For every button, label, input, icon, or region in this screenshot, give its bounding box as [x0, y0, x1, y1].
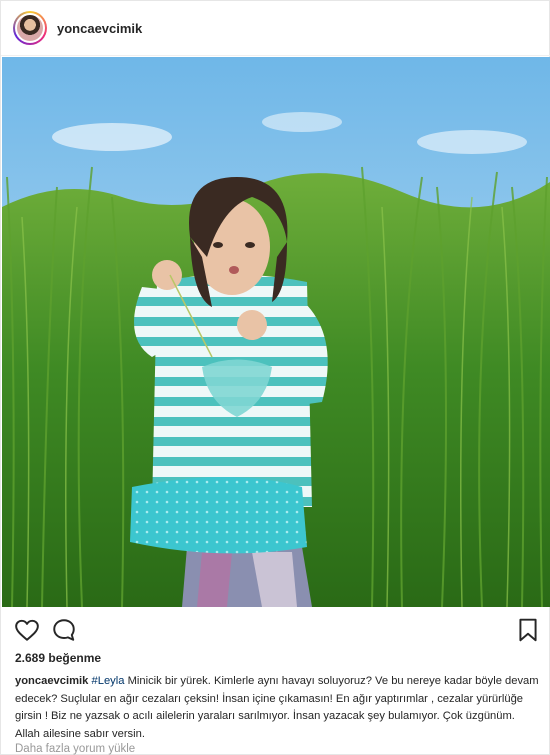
post-photo[interactable] [2, 57, 550, 607]
bookmark-icon[interactable] [515, 617, 541, 643]
post-username[interactable]: yoncaevcimik [57, 21, 142, 36]
likes-count[interactable]: 2.689 beğenme [15, 651, 101, 665]
post-header: yoncaevcimik [1, 1, 550, 56]
post-card: yoncaevcimik 2.689 beğenme yoncaevcimik … [0, 0, 550, 755]
caption-hashtag[interactable]: #Leyla [92, 675, 125, 687]
avatar[interactable] [13, 11, 47, 45]
photo-image [2, 57, 550, 607]
comment-icon[interactable] [51, 617, 77, 643]
load-more-comments-link[interactable]: Daha fazla yorum yükle [15, 743, 135, 755]
caption-username[interactable]: yoncaevcimik [15, 675, 88, 687]
heart-icon[interactable] [14, 617, 40, 643]
post-caption: yoncaevcimik #Leyla Minicik bir yürek. K… [15, 673, 541, 743]
post-actions [1, 613, 550, 647]
avatar-image [17, 15, 43, 41]
